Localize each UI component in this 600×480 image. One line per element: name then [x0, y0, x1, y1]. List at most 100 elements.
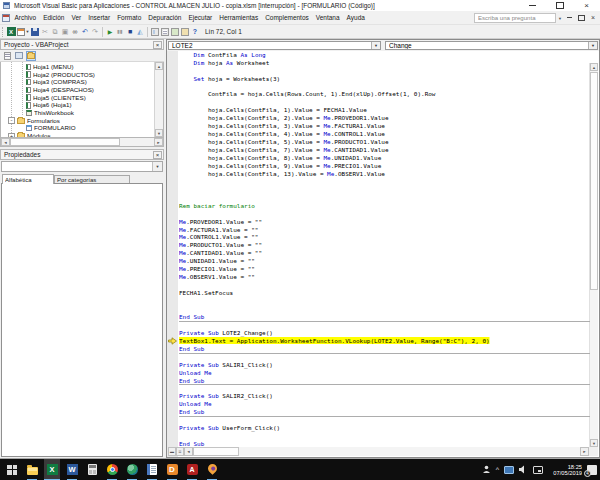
- people-icon[interactable]: [482, 465, 491, 474]
- copy-button[interactable]: ⧉: [50, 26, 60, 37]
- menu-ayuda[interactable]: Ayuda: [343, 13, 368, 23]
- taskbar-onenote-icon[interactable]: [144, 459, 160, 480]
- action-center-icon[interactable]: 4: [587, 465, 597, 475]
- expand-icon[interactable]: +: [8, 133, 15, 138]
- tab-alfabetica[interactable]: Alfabética: [2, 174, 54, 184]
- tree-item[interactable]: Hoja2 (PRODUCTOS): [1, 71, 154, 79]
- taskbar-word-icon[interactable]: W: [64, 459, 80, 480]
- redo-button[interactable]: ↷: [90, 26, 100, 37]
- mdi-close-button[interactable]: ×: [587, 12, 599, 23]
- display-tray-icon[interactable]: [504, 466, 514, 474]
- taskbar-d-app-icon[interactable]: D: [164, 459, 180, 480]
- menu-ventana[interactable]: Ventana: [312, 13, 343, 23]
- code-scroll-left-icon[interactable]: ◄: [184, 447, 193, 456]
- taskbar-chrome-icon[interactable]: [104, 459, 120, 480]
- view-excel-button[interactable]: X: [6, 26, 16, 37]
- save-button[interactable]: [30, 26, 40, 37]
- menu-insertar[interactable]: Insertar: [85, 13, 114, 23]
- code-scroll-down-icon[interactable]: ▼: [590, 439, 598, 447]
- cut-button[interactable]: ✂: [40, 26, 50, 37]
- toolbox-button[interactable]: [180, 26, 190, 37]
- view-code-button[interactable]: [2, 51, 12, 61]
- taskbar-file-explorer-icon[interactable]: [24, 459, 40, 480]
- minimize-button[interactable]: [519, 0, 546, 11]
- module-view-button[interactable]: ≣: [176, 447, 184, 456]
- run-button[interactable]: ▶: [105, 26, 115, 37]
- menu-ver[interactable]: Ver: [68, 13, 85, 23]
- tree-vertical-scrollbar[interactable]: ▲ ▼: [154, 62, 163, 137]
- project-explorer-button[interactable]: [150, 26, 160, 37]
- tree-item[interactable]: Hoja5 (CLIENTES): [1, 94, 154, 102]
- properties-object-combo[interactable]: ▼: [1, 161, 163, 172]
- insert-userform-button[interactable]: ▼: [16, 26, 30, 37]
- code-line: Private Sub SALIR2_Click(): [179, 393, 599, 401]
- taskbar-start-icon[interactable]: [4, 459, 20, 480]
- menu-herramientas[interactable]: Herramientas: [216, 13, 262, 23]
- tree-scroll-left-icon[interactable]: ◄: [1, 138, 10, 146]
- maximize-button[interactable]: [546, 0, 573, 11]
- help-button[interactable]: ?: [190, 26, 200, 37]
- volume-icon[interactable]: [519, 465, 528, 474]
- break-button[interactable]: ▮▮: [115, 26, 125, 37]
- mdi-restore-button[interactable]: [575, 12, 587, 23]
- object-browser-button[interactable]: [170, 26, 180, 37]
- network-icon[interactable]: [533, 466, 543, 474]
- code-horizontal-scrollbar[interactable]: ▬ ≣ ◄ ►: [168, 447, 589, 456]
- code-vertical-scrollbar[interactable]: ▲ ▼: [589, 63, 598, 447]
- object-dropdown[interactable]: LOTE2 ▼: [168, 41, 381, 50]
- taskbar-calculator-icon[interactable]: [84, 459, 100, 480]
- procedure-dropdown-icon[interactable]: ▼: [588, 42, 597, 49]
- mdi-minimize-button[interactable]: [563, 12, 575, 23]
- properties-list[interactable]: [1, 183, 163, 457]
- menu-formato[interactable]: Formato: [114, 13, 145, 23]
- taskbar-maps-pin-icon[interactable]: [204, 459, 220, 480]
- object-dropdown-icon[interactable]: ▼: [371, 42, 380, 49]
- toolbar-grip[interactable]: [2, 27, 5, 37]
- menu-depuración[interactable]: Depuración: [145, 13, 185, 23]
- find-button[interactable]: ∞: [70, 26, 80, 37]
- tree-item[interactable]: -Formularios: [1, 117, 154, 125]
- project-close-icon[interactable]: ×: [153, 41, 162, 49]
- tree-item[interactable]: Hoja6 (Hoja1): [1, 101, 154, 109]
- properties-close-icon[interactable]: ×: [153, 151, 162, 159]
- question-input[interactable]: Escriba una pregunta: [474, 13, 556, 23]
- tray-expand-icon[interactable]: ^: [496, 466, 499, 473]
- tree-scroll-right-icon[interactable]: ►: [154, 138, 163, 146]
- taskbar-excel-icon[interactable]: X: [44, 459, 60, 480]
- view-object-button[interactable]: [14, 51, 24, 61]
- undo-button[interactable]: ↶: [80, 26, 90, 37]
- menu-ejecutar[interactable]: Ejecutar: [185, 13, 216, 23]
- close-button[interactable]: ×: [573, 0, 600, 11]
- collapse-icon[interactable]: -: [8, 117, 15, 124]
- tree-item[interactable]: Hoja4 (DESPACHOS): [1, 86, 154, 94]
- procedure-dropdown[interactable]: Change ▼: [385, 41, 598, 50]
- paste-button[interactable]: ▣: [60, 26, 70, 37]
- menu-complementos[interactable]: Complementos: [262, 13, 313, 23]
- combo-dropdown-icon[interactable]: ▼: [152, 162, 162, 171]
- tree-horizontal-scrollbar[interactable]: ◄ ►: [0, 138, 164, 147]
- tree-item[interactable]: Hoja3 (COMPRAS): [1, 78, 154, 86]
- tree-item[interactable]: +Módulos: [1, 132, 154, 138]
- code-scroll-right-icon[interactable]: ►: [580, 447, 589, 456]
- tree-item[interactable]: ThisWorkbook: [1, 109, 154, 117]
- tree-hscroll-thumb[interactable]: [10, 138, 120, 146]
- procedure-view-button[interactable]: ▬: [168, 447, 176, 456]
- taskbar-browser-globe-icon[interactable]: [124, 459, 140, 480]
- reset-button[interactable]: ■: [125, 26, 135, 37]
- taskbar-acrobat-icon[interactable]: A: [184, 459, 200, 480]
- menu-archivo[interactable]: Archivo: [11, 13, 40, 23]
- design-mode-button[interactable]: ◭: [135, 26, 145, 37]
- tree-item[interactable]: FORMULARIO: [1, 125, 154, 133]
- toggle-folders-button[interactable]: [26, 51, 36, 61]
- code-vscroll-thumb[interactable]: [590, 72, 598, 290]
- menu-edición[interactable]: Edición: [40, 13, 68, 23]
- form-window-icon[interactable]: [2, 14, 10, 22]
- code-hscroll-thumb[interactable]: [193, 447, 239, 456]
- code-editor[interactable]: Dim ContFila As Long Dim hoja As Workshe…: [179, 51, 599, 456]
- tree-scroll-down-icon[interactable]: ▼: [155, 129, 163, 137]
- properties-window-button[interactable]: [160, 26, 170, 37]
- tree-scroll-up-icon[interactable]: ▲: [155, 62, 163, 70]
- taskbar-clock[interactable]: 18:25 07/05/2019: [546, 463, 582, 475]
- tree-item[interactable]: Hoja1 (MENU): [1, 63, 154, 71]
- code-scroll-up-icon[interactable]: ▲: [590, 63, 598, 71]
